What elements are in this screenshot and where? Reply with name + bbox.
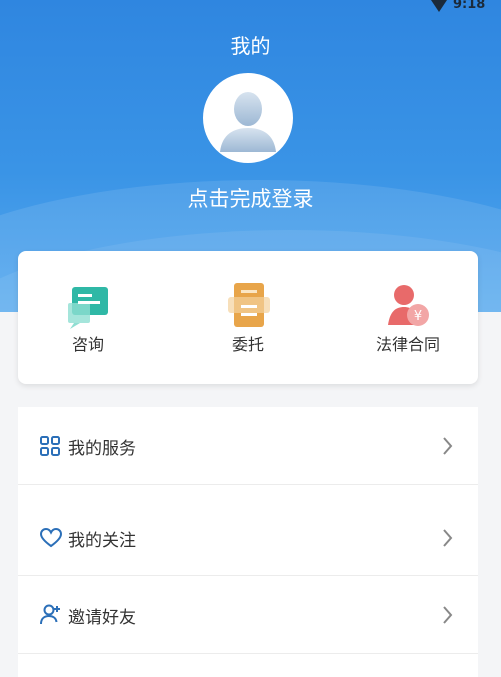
entrust-label: 委托 (231, 335, 264, 354)
login-prompt[interactable]: 点击完成登录 (0, 183, 501, 213)
menu-item-invite-friends[interactable]: 邀请好友 (18, 576, 478, 653)
add-user-icon (40, 604, 60, 625)
contract-icon: ¥ (388, 285, 429, 326)
quick-actions-card: 咨询 委托 ¥ 法律合同 (18, 251, 478, 384)
status-time: 9:18 (453, 0, 486, 12)
menu-label: 我的关注 (68, 531, 136, 551)
menu-item-my-follows[interactable]: 我的关注 (18, 485, 478, 575)
svg-text:¥: ¥ (414, 309, 422, 324)
signal-icon (431, 0, 447, 12)
heart-icon (40, 528, 62, 548)
consult-icon (68, 287, 108, 329)
consult-label: 咨询 (71, 335, 104, 354)
menu-item-my-services[interactable]: 我的服务 (18, 407, 478, 484)
grid-icon (40, 436, 60, 456)
contract-button[interactable]: ¥ 法律合同 (353, 283, 463, 363)
menu-label: 我的服务 (68, 439, 136, 459)
entrust-icon (228, 283, 270, 327)
page-title: 我的 (230, 34, 271, 58)
status-bar: 9:18 (431, 0, 501, 16)
menu-list: 我的服务 我的关注 邀请好友 (18, 407, 478, 677)
divider (18, 653, 478, 654)
entrust-button[interactable]: 委托 (193, 283, 303, 363)
user-silhouette-icon (208, 78, 288, 158)
avatar[interactable] (203, 73, 293, 163)
contract-label: 法律合同 (375, 335, 440, 354)
menu-label: 邀请好友 (68, 608, 136, 628)
consult-button[interactable]: 咨询 (33, 283, 143, 363)
chevron-right-icon (443, 606, 453, 624)
chevron-right-icon (443, 437, 453, 455)
chevron-right-icon (443, 529, 453, 547)
